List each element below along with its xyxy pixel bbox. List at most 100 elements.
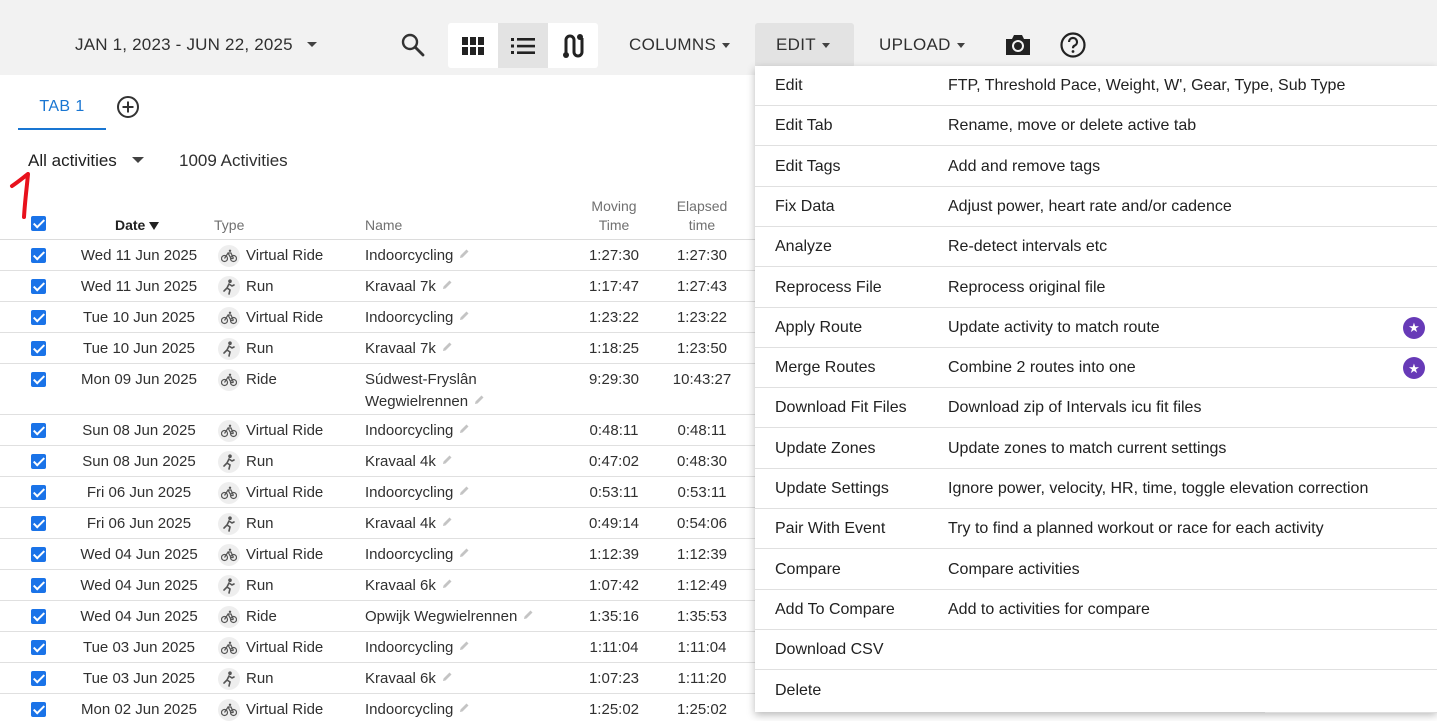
- cell-name[interactable]: Indoorcycling: [365, 420, 545, 442]
- table-row[interactable]: Wed 04 Jun 2025 Run Kravaal 6k 1:07:42 1:12:…: [0, 570, 755, 601]
- menu-item-download-fit-files[interactable]: Download Fit Files Download zip of Interv…: [755, 388, 1437, 429]
- row-checkbox[interactable]: [31, 578, 46, 593]
- column-header-moving-time[interactable]: Moving Time: [580, 197, 648, 235]
- cell-type: Run: [218, 451, 274, 473]
- menu-item-apply-route[interactable]: Apply Route Update activity to match rout…: [755, 308, 1437, 348]
- upload-menu[interactable]: UPLOAD: [879, 35, 965, 55]
- column-header-date[interactable]: Date: [115, 216, 160, 235]
- cell-name[interactable]: Kravaal 4k: [365, 451, 545, 473]
- cell-name[interactable]: Kravaal 7k: [365, 338, 545, 360]
- edit-pencil-icon[interactable]: [441, 513, 453, 535]
- column-header-type[interactable]: Type: [214, 216, 244, 235]
- activity-filter-dropdown[interactable]: All activities: [28, 151, 117, 171]
- cell-name[interactable]: Kravaal 7k: [365, 276, 545, 298]
- column-header-elapsed-time[interactable]: Elapsed time: [665, 197, 739, 235]
- edit-pencil-icon[interactable]: [458, 544, 470, 566]
- edit-pencil-icon[interactable]: [458, 482, 470, 504]
- menu-item-label: Download Fit Files: [775, 399, 907, 417]
- menu-item-download-csv[interactable]: Download CSV: [755, 630, 1437, 671]
- table-row[interactable]: Wed 04 Jun 2025 Ride Opwijk Wegwielrennen 1…: [0, 601, 755, 632]
- menu-item-update-zones[interactable]: Update Zones Update zones to match curren…: [755, 429, 1437, 469]
- list-view-button[interactable]: [498, 23, 548, 68]
- tab-1[interactable]: TAB 1: [18, 90, 106, 130]
- table-row[interactable]: Tue 10 Jun 2025 Run Kravaal 7k 1:18:25 1:23:…: [0, 333, 755, 364]
- cell-name[interactable]: Indoorcycling: [365, 245, 545, 267]
- menu-item-merge-routes[interactable]: Merge Routes Combine 2 routes into one ★: [755, 348, 1437, 389]
- chevron-down-icon[interactable]: [307, 42, 317, 47]
- table-row[interactable]: Tue 03 Jun 2025 Run Kravaal 6k 1:07:23 1:11:…: [0, 663, 755, 694]
- menu-item-fix-data[interactable]: Fix Data Adjust power, heart rate and/or …: [755, 187, 1437, 227]
- column-header-name[interactable]: Name: [365, 216, 402, 235]
- table-row[interactable]: Fri 06 Jun 2025 Virtual Ride Indoorcycling…: [0, 477, 755, 508]
- row-checkbox[interactable]: [31, 609, 46, 624]
- cell-name[interactable]: Indoorcycling: [365, 637, 545, 659]
- edit-pencil-icon[interactable]: [473, 391, 485, 413]
- row-checkbox[interactable]: [31, 547, 46, 562]
- cell-name[interactable]: Indoorcycling: [365, 699, 545, 721]
- table-row[interactable]: Fri 06 Jun 2025 Run Kravaal 4k 0:49:14 0:54:…: [0, 508, 755, 539]
- edit-pencil-icon[interactable]: [441, 451, 453, 473]
- cell-name[interactable]: Indoorcycling: [365, 544, 545, 566]
- menu-item-compare[interactable]: Compare Compare activities: [755, 550, 1437, 590]
- menu-item-add-to-compare[interactable]: Add To Compare Add to activities for comp…: [755, 590, 1437, 630]
- cell-name[interactable]: Indoorcycling: [365, 482, 545, 504]
- row-checkbox[interactable]: [31, 485, 46, 500]
- edit-pencil-icon[interactable]: [458, 307, 470, 329]
- row-checkbox[interactable]: [31, 423, 46, 438]
- menu-item-update-settings[interactable]: Update Settings Ignore power, velocity, H…: [755, 469, 1437, 509]
- cell-name[interactable]: Kravaal 6k: [365, 668, 545, 690]
- cell-name[interactable]: Kravaal 4k: [365, 513, 545, 535]
- table-row[interactable]: Wed 11 Jun 2025 Virtual Ride Indoorcycling…: [0, 240, 755, 271]
- table-row[interactable]: Sun 08 Jun 2025 Run Kravaal 4k 0:47:02 0:48:…: [0, 446, 755, 477]
- cell-name[interactable]: Opwijk Wegwielrennen: [365, 606, 545, 628]
- chevron-down-icon[interactable]: [132, 157, 144, 163]
- row-checkbox[interactable]: [31, 671, 46, 686]
- edit-pencil-icon[interactable]: [458, 245, 470, 267]
- menu-item-analyze[interactable]: Analyze Re-detect intervals etc: [755, 227, 1437, 268]
- edit-menu[interactable]: EDIT: [776, 35, 830, 55]
- edit-pencil-icon[interactable]: [522, 606, 534, 628]
- add-tab-button[interactable]: [116, 95, 140, 119]
- cell-moving-time: 1:25:02: [588, 701, 640, 718]
- grid-view-button[interactable]: [448, 23, 498, 68]
- row-checkbox[interactable]: [31, 248, 46, 263]
- edit-pencil-icon[interactable]: [458, 637, 470, 659]
- menu-item-edit-tab[interactable]: Edit Tab Rename, move or delete active ta…: [755, 106, 1437, 147]
- table-row[interactable]: Mon 02 Jun 2025 Virtual Ride Indoorcycling…: [0, 694, 755, 721]
- cell-name[interactable]: Indoorcycling: [365, 307, 545, 329]
- edit-pencil-icon[interactable]: [441, 338, 453, 360]
- row-checkbox[interactable]: [31, 640, 46, 655]
- menu-item-reprocess-file[interactable]: Reprocess File Reprocess original file: [755, 268, 1437, 308]
- row-checkbox[interactable]: [31, 454, 46, 469]
- columns-menu[interactable]: COLUMNS: [629, 35, 731, 55]
- search-button[interactable]: [398, 30, 428, 60]
- table-row[interactable]: Tue 03 Jun 2025 Virtual Ride Indoorcycling…: [0, 632, 755, 663]
- menu-item-edit-tags[interactable]: Edit Tags Add and remove tags: [755, 147, 1437, 187]
- row-checkbox[interactable]: [31, 702, 46, 717]
- row-checkbox[interactable]: [31, 279, 46, 294]
- row-checkbox[interactable]: [31, 310, 46, 325]
- table-row[interactable]: Sun 08 Jun 2025 Virtual Ride Indoorcycling…: [0, 415, 755, 446]
- table-row[interactable]: Mon 09 Jun 2025 Ride Súdwest-Fryslân Wegwi…: [0, 364, 755, 415]
- row-checkbox[interactable]: [31, 372, 46, 387]
- edit-pencil-icon[interactable]: [441, 668, 453, 690]
- edit-pencil-icon[interactable]: [441, 276, 453, 298]
- date-range-selector[interactable]: JAN 1, 2023 - JUN 22, 2025: [75, 35, 293, 55]
- table-row[interactable]: Tue 10 Jun 2025 Virtual Ride Indoorcycling…: [0, 302, 755, 333]
- edit-pencil-icon[interactable]: [441, 575, 453, 597]
- grid-view-icon: [462, 36, 484, 55]
- menu-item-pair-with-event[interactable]: Pair With Event Try to find a planned wor…: [755, 509, 1437, 550]
- edit-pencil-icon[interactable]: [458, 699, 470, 721]
- menu-item-edit[interactable]: Edit FTP, Threshold Pace, Weight, W', Gea…: [755, 66, 1437, 106]
- table-row[interactable]: Wed 04 Jun 2025 Virtual Ride Indoorcycling…: [0, 539, 755, 570]
- route-view-button[interactable]: [548, 23, 598, 68]
- cell-name[interactable]: Súdwest-Fryslân Wegwielrennen: [365, 369, 545, 413]
- edit-pencil-icon[interactable]: [458, 420, 470, 442]
- cell-name[interactable]: Kravaal 6k: [365, 575, 545, 597]
- menu-item-delete[interactable]: Delete: [755, 671, 1437, 711]
- screenshot-button[interactable]: [1003, 30, 1033, 60]
- table-row[interactable]: Wed 11 Jun 2025 Run Kravaal 7k 1:17:47 1:27:…: [0, 271, 755, 302]
- row-checkbox[interactable]: [31, 341, 46, 356]
- row-checkbox[interactable]: [31, 516, 46, 531]
- help-button[interactable]: [1058, 30, 1088, 60]
